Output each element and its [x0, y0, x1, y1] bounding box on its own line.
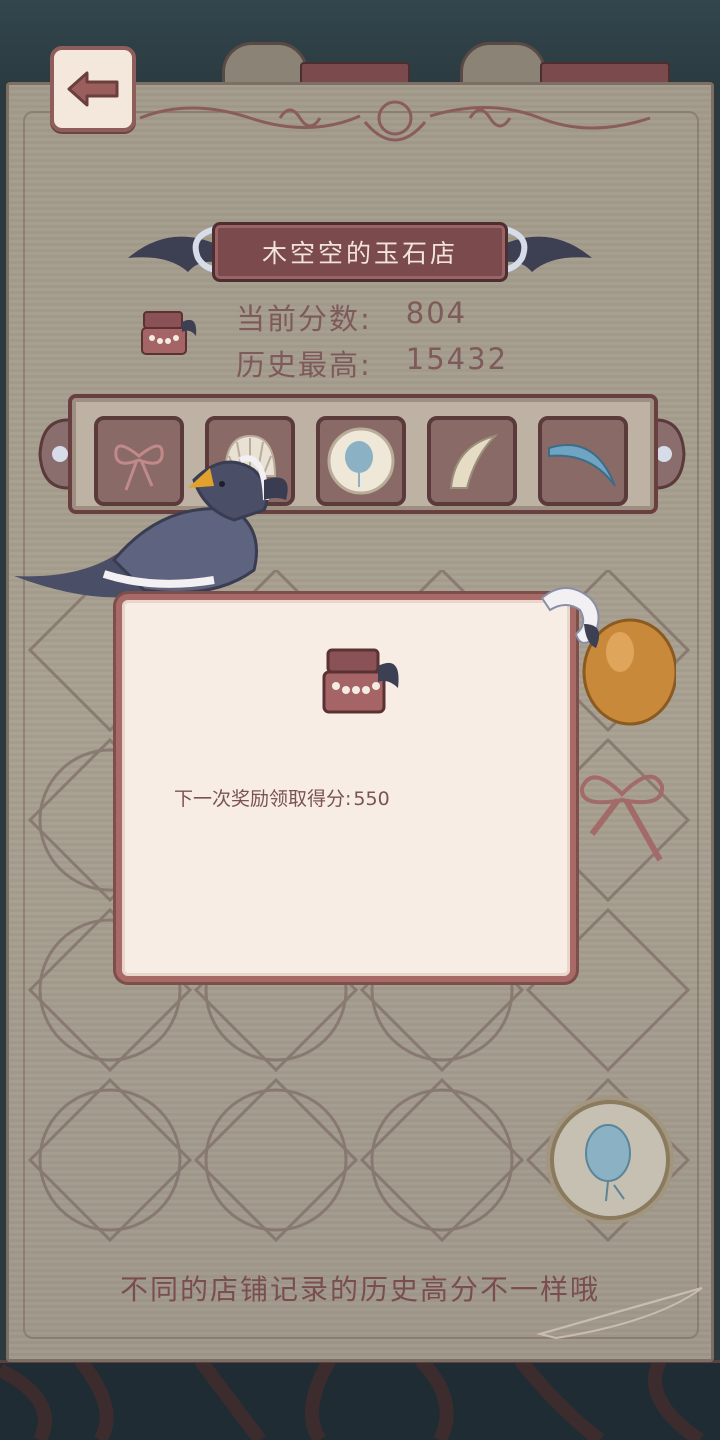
shop-banner: 木空空的玉石店: [128, 214, 592, 294]
top-ornament: [139, 100, 651, 142]
magpie-icon: [14, 455, 288, 598]
collection-slot-egg[interactable]: [316, 416, 406, 506]
next-reward-value: 550: [353, 788, 390, 810]
dialog-corner-ornament-icon: [540, 587, 600, 648]
best-score-label: 历史最高:: [236, 348, 372, 382]
current-score-value: 804: [405, 296, 468, 330]
collection-slot-fang[interactable]: [427, 416, 517, 506]
best-score-value: 15432: [405, 342, 509, 376]
egg-plate-icon: [327, 427, 395, 495]
next-reward-label: 下一次奖励领取得分:: [174, 788, 352, 810]
next-reward-text: 下一次奖励领取得分: 550: [174, 784, 390, 811]
shop-title: 木空空的玉石店: [261, 239, 458, 268]
collection-slot-blue[interactable]: [538, 416, 628, 506]
best-score-row: 历史最高: 15432: [236, 342, 508, 382]
blue-crescent-icon: [548, 444, 616, 487]
back-button[interactable]: [50, 46, 136, 132]
ribbon-bow-icon: [579, 774, 665, 862]
feather-icon: [536, 1287, 703, 1340]
shop-title-plate: 木空空的玉石店: [212, 222, 508, 282]
current-score-row: 当前分数: 804: [236, 296, 467, 336]
back-arrow-icon: [67, 71, 119, 107]
egg-orb-button[interactable]: [550, 1100, 670, 1220]
jewelry-box-icon: [322, 648, 399, 714]
fang-icon: [449, 434, 499, 489]
current-score-label: 当前分数:: [236, 302, 372, 336]
jewelry-box-icon: [141, 311, 197, 355]
reward-dialog: 下一次奖励领取得分: 550: [116, 587, 600, 982]
blue-egg-icon: [585, 1124, 631, 1202]
bottom-roots: [0, 1360, 720, 1440]
